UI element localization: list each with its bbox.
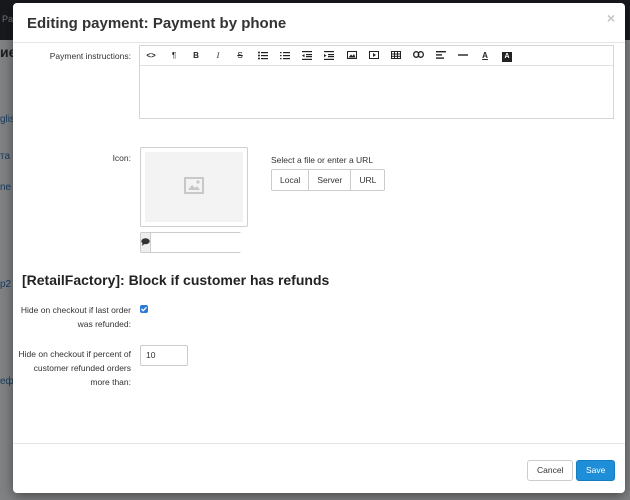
modal-footer: Cancel Save (13, 443, 625, 493)
modal-header: Editing payment: Payment by phone × (13, 3, 625, 43)
save-button[interactable]: Save (576, 460, 616, 481)
icon-source-buttons: Local Server URL (271, 169, 386, 191)
icon-label: Icon: (112, 153, 131, 163)
horizontal-rule-icon[interactable] (455, 48, 471, 64)
image-placeholder-icon (184, 177, 204, 194)
url-button[interactable]: URL (351, 170, 384, 190)
checkmark-icon (141, 306, 147, 312)
paragraph-icon[interactable]: ¶ (166, 48, 182, 64)
link-icon[interactable] (410, 48, 426, 64)
indent-icon[interactable] (321, 48, 337, 64)
hide-last-refunded-label: Hide on checkout if last order was refun… (20, 305, 131, 329)
outdent-icon[interactable] (299, 48, 315, 64)
table-icon[interactable] (388, 48, 404, 64)
bold-icon[interactable]: B (188, 48, 204, 64)
icon-alt-input[interactable] (151, 233, 268, 252)
icon-preview[interactable] (140, 147, 248, 227)
refund-percent-input[interactable]: 10 (140, 345, 188, 366)
icon-alt-field (140, 232, 268, 253)
unordered-list-icon[interactable] (255, 48, 271, 64)
background-color-glyph: A (502, 52, 512, 62)
editor-toolbar: <> ¶ B I S A A (140, 46, 613, 66)
payment-instructions-textarea[interactable] (140, 67, 613, 118)
section-title: [RetailFactory]: Block if customer has r… (22, 272, 330, 288)
cancel-button[interactable]: Cancel (527, 460, 574, 481)
alignment-icon[interactable] (433, 48, 449, 64)
server-button[interactable]: Server (309, 170, 352, 190)
video-icon[interactable] (366, 48, 382, 64)
italic-icon[interactable]: I (210, 48, 226, 64)
local-button[interactable]: Local (272, 170, 310, 190)
hide-last-refunded-checkbox[interactable] (140, 305, 148, 313)
source-code-icon[interactable]: <> (143, 48, 159, 64)
image-icon[interactable] (344, 48, 360, 64)
payment-instructions-label: Payment instructions: (49, 51, 131, 61)
background-color-icon[interactable]: A (499, 48, 515, 64)
hide-percent-label: Hide on checkout if percent of customer … (18, 349, 131, 387)
modal-title: Editing payment: Payment by phone (27, 15, 287, 32)
icon-placeholder (145, 152, 243, 222)
comment-icon (141, 233, 151, 252)
font-color-icon[interactable]: A (477, 48, 493, 64)
close-icon[interactable]: × (607, 10, 615, 26)
ordered-list-icon[interactable] (277, 48, 293, 64)
edit-payment-modal: Editing payment: Payment by phone × Paym… (13, 3, 625, 493)
strikethrough-icon[interactable]: S (232, 48, 248, 64)
icon-source-hint: Select a file or enter a URL (271, 155, 374, 165)
payment-instructions-editor: <> ¶ B I S A A (139, 45, 614, 119)
